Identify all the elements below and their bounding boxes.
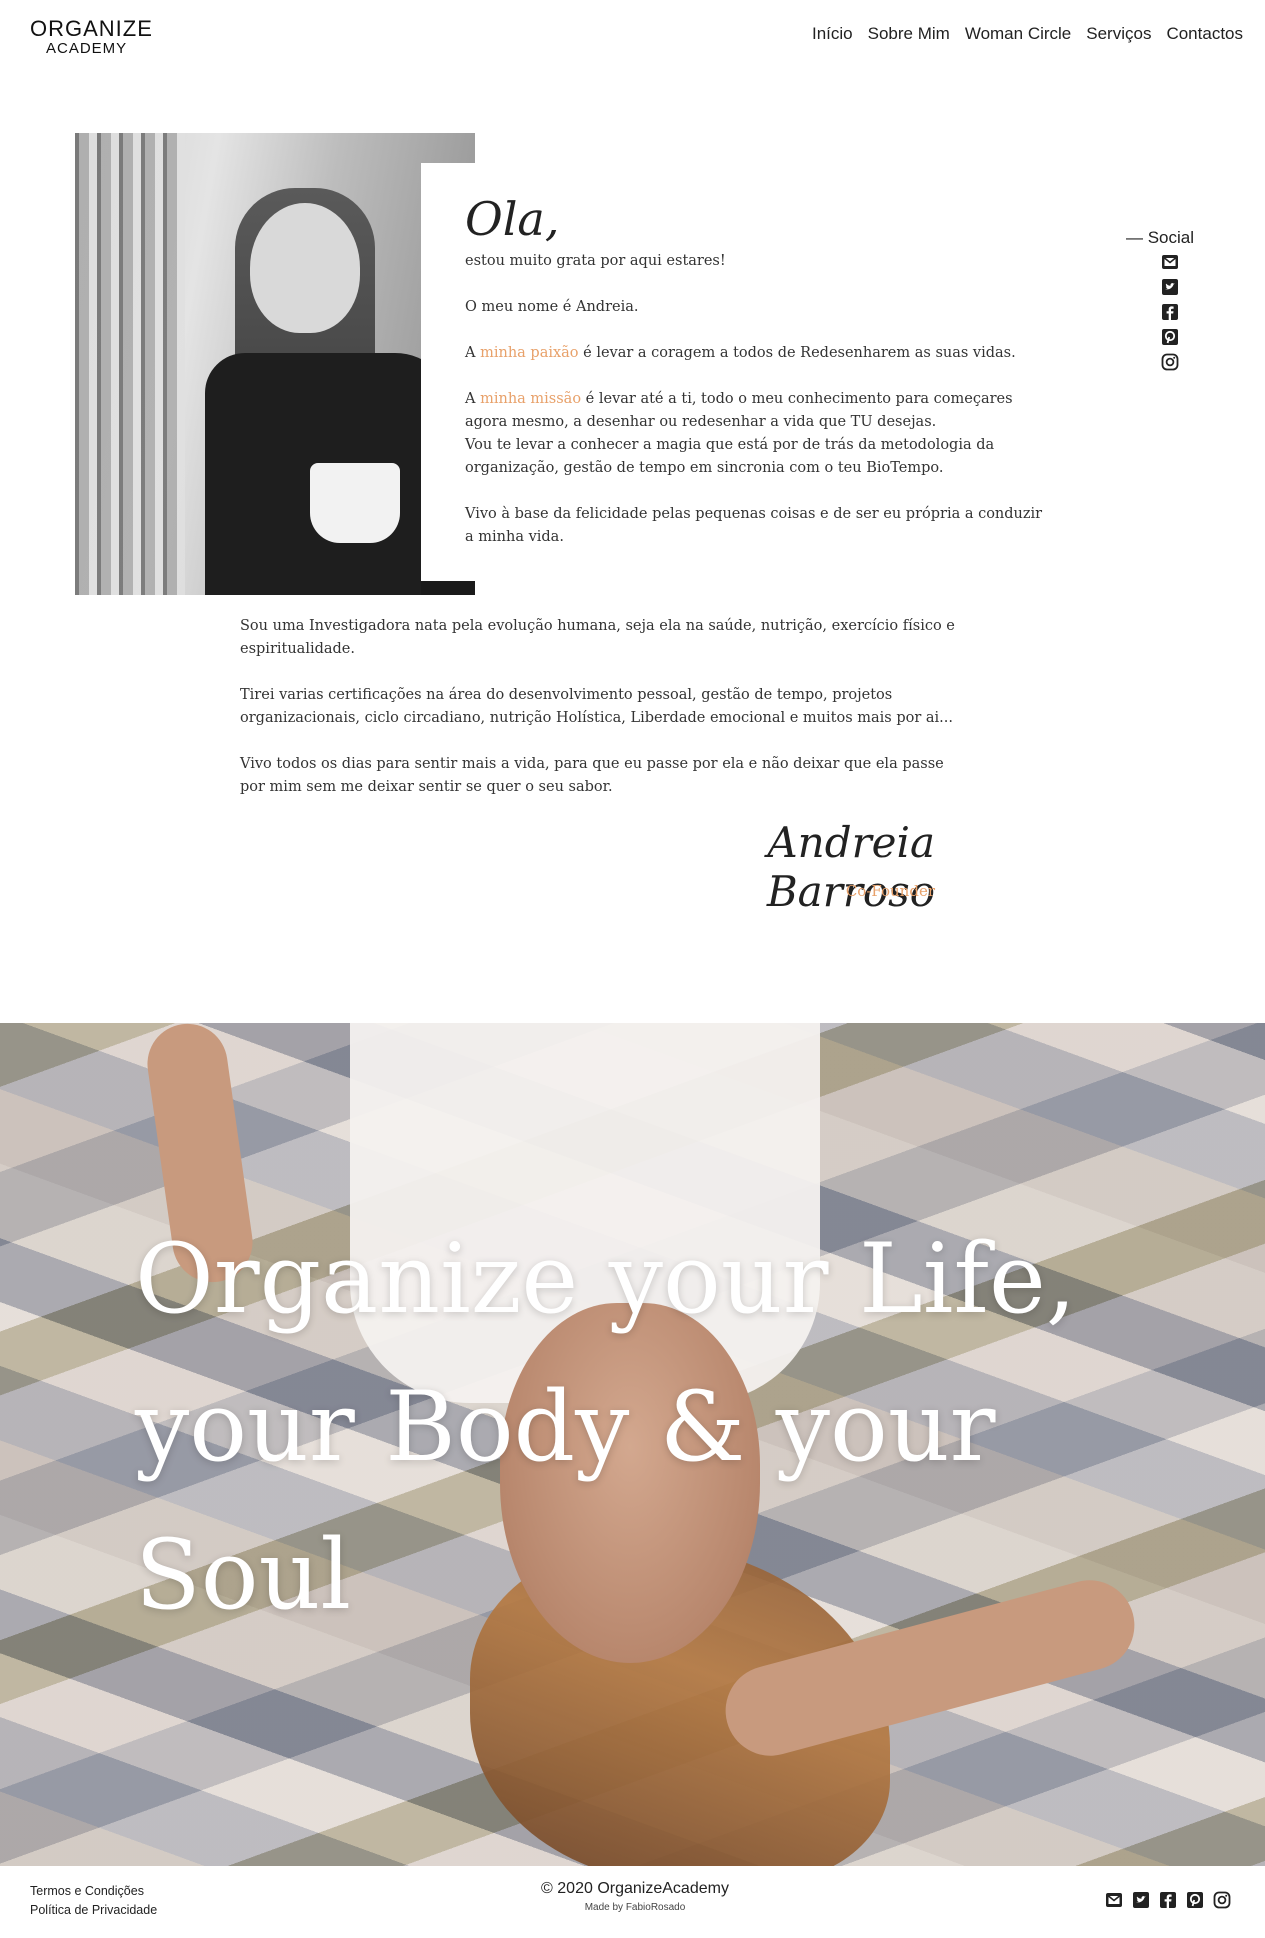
footer-instagram-icon[interactable]: [1212, 1890, 1231, 1909]
nav-servicos[interactable]: Serviços: [1086, 24, 1151, 44]
founder-role: Co-Founder: [845, 882, 935, 900]
intro-line-grateful: estou muito grata por aqui estares!: [465, 253, 726, 269]
nav-inicio[interactable]: Início: [812, 24, 853, 44]
pinterest-icon[interactable]: [1161, 327, 1180, 346]
logo-bottom-text: ACADEMY: [46, 40, 128, 57]
logo-top-text: ORGANIZE: [30, 16, 153, 41]
terms-link[interactable]: Termos e Condições: [30, 1882, 157, 1901]
bio-paragraph-3: Vivo todos os dias para sentir mais a vi…: [240, 756, 944, 795]
intro-line-name: O meu nome é Andreia.: [465, 299, 639, 315]
greeting-heading: Ola,: [465, 192, 560, 246]
passion-highlight: minha paixão: [480, 345, 579, 361]
hero-title: Organize your Life, your Body & your Sou…: [135, 1205, 1235, 1649]
instagram-icon[interactable]: [1161, 352, 1180, 371]
footer: Termos e Condições Política de Privacida…: [0, 1866, 1265, 1938]
hero-title-line2: your Body & your Soul: [135, 1371, 996, 1631]
mission-highlight: minha missão: [480, 391, 582, 407]
founder-photo: [75, 133, 475, 595]
hero-title-line1: Organize your Life,: [135, 1223, 1077, 1335]
bio-text: Sou uma Investigadora nata pela evolução…: [240, 615, 960, 822]
main-nav: Início Sobre Mim Woman Circle Serviços C…: [812, 24, 1243, 44]
intro-passion: A minha paixão é levar a coragem a todos…: [465, 345, 1016, 361]
footer-pinterest-icon[interactable]: [1185, 1890, 1204, 1909]
twitter-icon[interactable]: [1161, 277, 1180, 296]
intro-mission-line2: Vou te levar a conhecer a magia que está…: [465, 437, 995, 476]
photo-frame-accent: [421, 581, 475, 595]
logo[interactable]: ORGANIZE ACADEMY: [30, 18, 170, 58]
nav-sobre-mim[interactable]: Sobre Mim: [868, 24, 950, 44]
privacy-link[interactable]: Política de Privacidade: [30, 1901, 157, 1920]
footer-mail-icon[interactable]: [1104, 1890, 1123, 1909]
intro-text: estou muito grata por aqui estares! O me…: [465, 250, 1045, 572]
nav-contactos[interactable]: Contactos: [1166, 24, 1243, 44]
footer-twitter-icon[interactable]: [1131, 1890, 1150, 1909]
facebook-icon[interactable]: [1161, 302, 1180, 321]
nav-woman-circle[interactable]: Woman Circle: [965, 24, 1071, 44]
intro-mission: A minha missão é levar até a ti, todo o …: [465, 391, 1013, 476]
made-by-credit[interactable]: Made by FabioRosado: [480, 1902, 790, 1913]
social-label: — Social: [1125, 228, 1194, 247]
intro-happiness: Vivo à base da felicidade pelas pequenas…: [465, 506, 1043, 545]
footer-facebook-icon[interactable]: [1158, 1890, 1177, 1909]
mail-icon[interactable]: [1161, 252, 1180, 271]
signature: Andreia Barroso: [766, 818, 935, 916]
bio-paragraph-1: Sou uma Investigadora nata pela evolução…: [240, 618, 955, 657]
copyright: © 2020 OrganizeAcademy: [541, 1880, 729, 1897]
social-sidebar: — Social: [1110, 228, 1200, 371]
bio-paragraph-2: Tirei varias certificações na área do de…: [240, 687, 953, 726]
